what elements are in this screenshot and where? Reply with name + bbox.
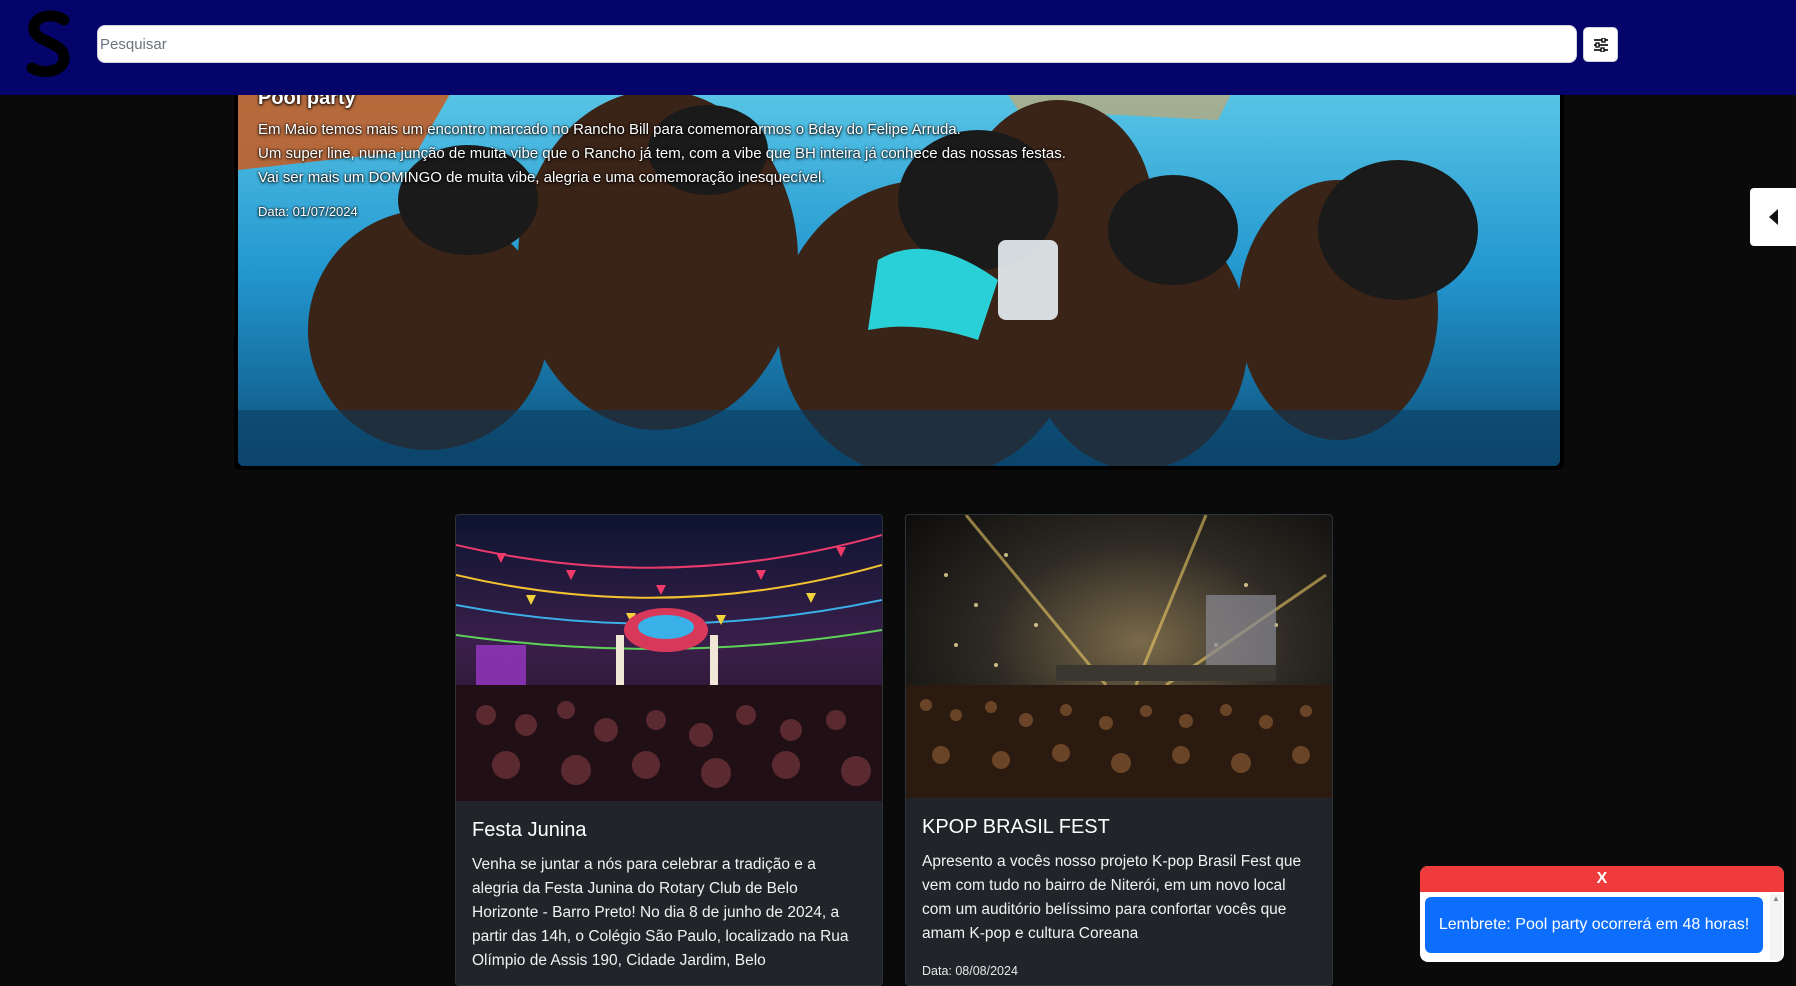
event-card-description: Apresento a vocês nosso projeto K-pop Br…: [922, 853, 1302, 942]
toast-message: Lembrete: Pool party ocorrerá em 48 hora…: [1425, 897, 1763, 953]
featured-event-description-line: Vai ser mais um DOMINGO de muita vibe, a…: [258, 169, 826, 186]
filter-button[interactable]: [1583, 27, 1618, 62]
sidebar-toggle-button[interactable]: [1750, 188, 1796, 246]
featured-event-description-line: Em Maio temos mais um encontro marcado n…: [258, 121, 961, 138]
featured-event-carousel[interactable]: Pool party Em Maio temos mais um encontr…: [234, 80, 1564, 470]
top-navbar: [0, 0, 1796, 95]
event-card-title: Festa Junina: [472, 819, 587, 841]
search-input[interactable]: [97, 25, 1577, 63]
event-card[interactable]: Festa Junina Venha se juntar a nós para …: [455, 514, 883, 986]
event-card[interactable]: KPOP BRASIL FEST Apresento a vocês nosso…: [905, 514, 1333, 986]
event-card-description: Venha se juntar a nós para celebrar a tr…: [472, 856, 849, 969]
event-card-image: [906, 515, 1332, 798]
event-card-date: Data: 08/08/2024: [922, 964, 1018, 978]
featured-event-caption: Pool party Em Maio temos mais um encontr…: [258, 86, 1258, 219]
event-card-image: [456, 515, 882, 801]
reminder-toast: X Lembrete: Pool party ocorrerá em 48 ho…: [1420, 866, 1784, 962]
s-logo-icon[interactable]: [22, 10, 76, 78]
scroll-up-icon[interactable]: ▲: [1770, 894, 1782, 904]
featured-event-date: Data: 01/07/2024: [258, 204, 358, 219]
featured-event-image: Pool party Em Maio temos mais um encontr…: [238, 80, 1560, 466]
toast-close-button[interactable]: X: [1420, 866, 1784, 892]
caret-left-icon: [1769, 209, 1778, 225]
event-card-title: KPOP BRASIL FEST: [922, 816, 1110, 838]
toast-scrollbar[interactable]: ▲: [1770, 894, 1782, 960]
sliders-icon: [1593, 37, 1608, 52]
featured-event-description-line: Um super line, numa junção de muita vibe…: [258, 145, 1066, 162]
